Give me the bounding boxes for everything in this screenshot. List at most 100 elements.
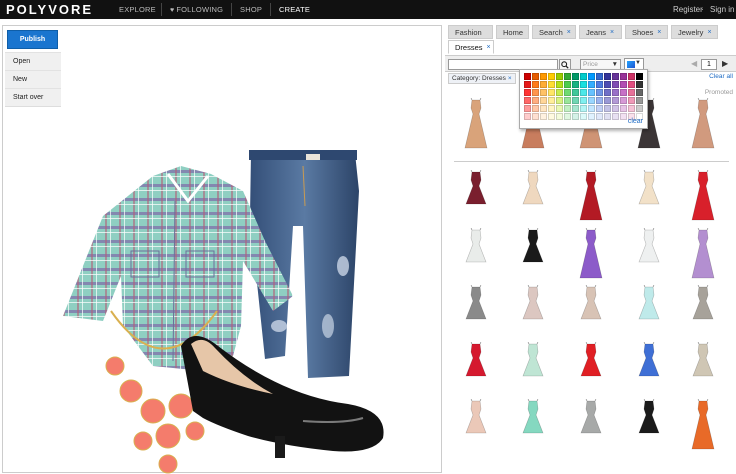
color-swatch[interactable]	[548, 73, 555, 80]
dress-item[interactable]	[633, 284, 665, 337]
color-swatch[interactable]	[556, 81, 563, 88]
color-swatch[interactable]	[636, 81, 643, 88]
dress-item[interactable]	[687, 227, 719, 280]
color-swatch[interactable]	[612, 73, 619, 80]
dress-item[interactable]	[517, 227, 549, 280]
color-swatch[interactable]	[572, 81, 579, 88]
set-editor-canvas[interactable]: Publish Open New Start over	[2, 25, 442, 474]
dress-item[interactable]	[575, 227, 607, 280]
color-swatch[interactable]	[540, 97, 547, 104]
dress-item[interactable]	[687, 341, 719, 394]
previous-page-icon[interactable]: ◀	[691, 59, 697, 68]
color-swatch[interactable]	[620, 105, 627, 112]
dress-item[interactable]	[575, 341, 607, 394]
promoted-dress-item[interactable]	[687, 97, 719, 150]
nav-explore[interactable]: EXPLORE	[119, 5, 156, 14]
color-swatch[interactable]	[540, 81, 547, 88]
dress-item[interactable]	[460, 398, 492, 451]
nav-create[interactable]: CREATE	[279, 5, 310, 14]
color-swatch[interactable]	[548, 81, 555, 88]
color-swatch[interactable]	[580, 89, 587, 96]
dress-item[interactable]	[633, 227, 665, 280]
color-swatch[interactable]	[524, 105, 531, 112]
dress-item[interactable]	[460, 227, 492, 280]
color-swatch[interactable]	[620, 73, 627, 80]
color-swatch[interactable]	[548, 97, 555, 104]
page-number-input[interactable]	[701, 59, 717, 70]
close-tab-icon[interactable]: ×	[487, 44, 491, 51]
dress-item[interactable]	[687, 284, 719, 337]
new-menu-item[interactable]: New	[5, 70, 61, 88]
tab-jewelry[interactable]: Jewelry ×	[671, 25, 718, 39]
color-swatch[interactable]	[596, 73, 603, 80]
color-swatch[interactable]	[596, 105, 603, 112]
color-swatch[interactable]	[628, 89, 635, 96]
color-swatch[interactable]	[612, 81, 619, 88]
sign-in-link[interactable]: Sign in	[710, 5, 734, 14]
color-swatch[interactable]	[604, 105, 611, 112]
color-swatch[interactable]	[540, 105, 547, 112]
tab-jeans[interactable]: Jeans ×	[579, 25, 622, 39]
color-swatch[interactable]	[564, 73, 571, 80]
color-swatch[interactable]	[596, 113, 603, 120]
color-swatch[interactable]	[532, 81, 539, 88]
color-swatch[interactable]	[596, 81, 603, 88]
color-swatch[interactable]	[564, 89, 571, 96]
color-swatch[interactable]	[636, 105, 643, 112]
category-filter-chip[interactable]: Category: Dresses ×	[448, 73, 516, 84]
color-swatch[interactable]	[588, 113, 595, 120]
dress-item[interactable]	[575, 398, 607, 451]
tab-fashion[interactable]: Fashion	[448, 25, 493, 39]
color-swatch[interactable]	[540, 113, 547, 120]
color-swatch[interactable]	[604, 81, 611, 88]
color-swatch[interactable]	[564, 113, 571, 120]
color-swatch[interactable]	[572, 105, 579, 112]
color-swatch[interactable]	[556, 73, 563, 80]
color-swatch[interactable]	[620, 97, 627, 104]
color-swatch[interactable]	[532, 113, 539, 120]
color-swatch[interactable]	[524, 73, 531, 80]
color-swatch[interactable]	[564, 81, 571, 88]
color-swatch[interactable]	[532, 105, 539, 112]
color-swatch[interactable]	[588, 105, 595, 112]
color-swatch[interactable]	[620, 113, 627, 120]
color-swatch[interactable]	[540, 73, 547, 80]
open-menu-item[interactable]: Open	[5, 52, 61, 70]
color-swatch[interactable]	[596, 89, 603, 96]
dress-item[interactable]	[633, 341, 665, 394]
dress-item[interactable]	[633, 398, 665, 451]
dress-item[interactable]	[687, 169, 719, 222]
color-swatch[interactable]	[588, 81, 595, 88]
color-swatch[interactable]	[540, 89, 547, 96]
tab-shoes[interactable]: Shoes ×	[625, 25, 668, 39]
next-page-icon[interactable]: ▶	[722, 59, 728, 68]
color-swatch[interactable]	[556, 89, 563, 96]
color-swatch[interactable]	[572, 89, 579, 96]
tab-dresses[interactable]: Dresses ×	[448, 40, 494, 54]
color-swatch[interactable]	[604, 73, 611, 80]
color-swatch[interactable]	[580, 81, 587, 88]
color-swatch[interactable]	[588, 73, 595, 80]
color-swatch[interactable]	[548, 105, 555, 112]
color-swatch[interactable]	[532, 97, 539, 104]
color-swatch[interactable]	[580, 97, 587, 104]
color-swatch[interactable]	[572, 113, 579, 120]
tab-search[interactable]: Search ×	[532, 25, 576, 39]
nav-shop[interactable]: SHOP	[240, 5, 262, 14]
color-swatch[interactable]	[636, 89, 643, 96]
color-swatch[interactable]	[548, 89, 555, 96]
color-swatch[interactable]	[596, 97, 603, 104]
polyvore-logo[interactable]: POLYVORE	[6, 2, 93, 17]
promoted-dress-item[interactable]	[460, 97, 492, 150]
close-tab-icon[interactable]: ×	[657, 29, 661, 36]
publish-button[interactable]: Publish	[7, 30, 58, 49]
remove-filter-icon[interactable]: ×	[508, 75, 512, 82]
color-swatch[interactable]	[628, 105, 635, 112]
dress-item[interactable]	[575, 169, 607, 222]
dress-item[interactable]	[517, 284, 549, 337]
dress-item[interactable]	[517, 169, 549, 222]
color-swatch[interactable]	[564, 105, 571, 112]
close-tab-icon[interactable]: ×	[707, 29, 711, 36]
color-swatch[interactable]	[572, 97, 579, 104]
color-swatch[interactable]	[628, 73, 635, 80]
